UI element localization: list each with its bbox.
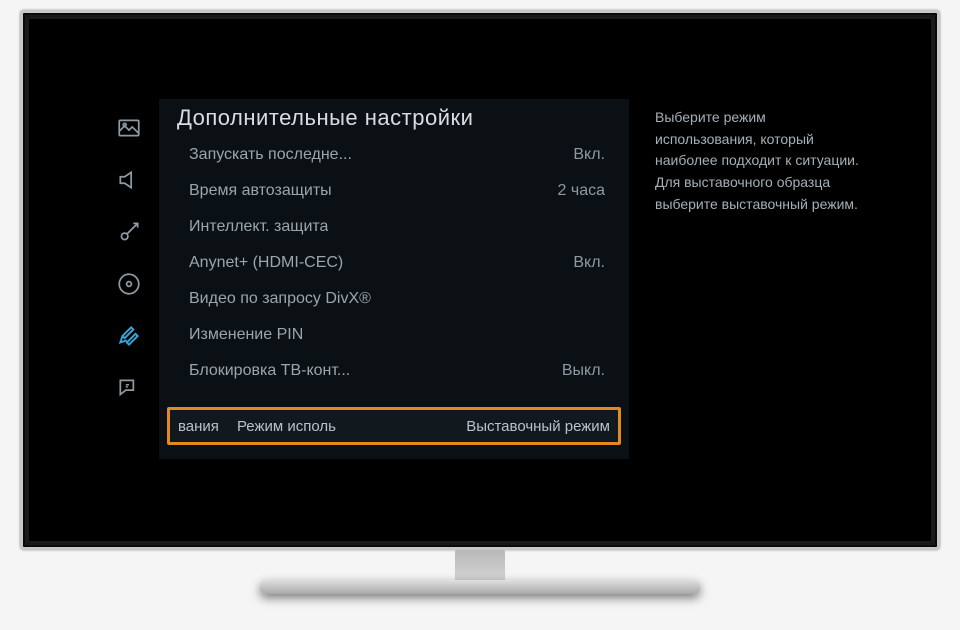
tv-stand-base bbox=[260, 580, 700, 594]
menu-row-smart-security[interactable]: Интеллект. защита bbox=[159, 209, 629, 245]
menu-row-divx[interactable]: Видео по запросу DivX® bbox=[159, 281, 629, 317]
menu-row-anynet[interactable]: Anynet+ (HDMI-CEC) Вкл. bbox=[159, 245, 629, 281]
settings-side-icons bbox=[99, 99, 159, 459]
menu-value: Вкл. bbox=[553, 254, 605, 272]
settings-description: Выберите режим использования, который на… bbox=[629, 99, 869, 459]
menu-label: Время автозащиты bbox=[189, 182, 332, 200]
menu-row-autostart[interactable]: Запускать последне... Вкл. bbox=[159, 137, 629, 173]
menu-value: 2 часа bbox=[538, 182, 605, 200]
menu-label: Запускать последне... bbox=[189, 146, 352, 164]
settings-menu-panel: Дополнительные настройки Запускать после… bbox=[159, 99, 629, 459]
support-icon[interactable] bbox=[115, 374, 143, 402]
menu-label: Интеллект. защита bbox=[189, 218, 328, 236]
menu-label: Изменение PIN bbox=[189, 326, 303, 344]
system-icon[interactable] bbox=[115, 322, 143, 350]
menu-value: Вкл. bbox=[553, 146, 605, 164]
settings-title: Дополнительные настройки bbox=[159, 103, 629, 137]
menu-label: Anynet+ (HDMI-CEC) bbox=[189, 254, 343, 272]
menu-label: Блокировка ТВ-конт... bbox=[189, 362, 350, 380]
highlight-mid: Режим исполь bbox=[237, 418, 336, 435]
menu-row-tv-lock[interactable]: Блокировка ТВ-конт... Выкл. bbox=[159, 353, 629, 389]
menu-value: Выкл. bbox=[542, 362, 605, 380]
picture-icon[interactable] bbox=[115, 114, 143, 142]
menu-row-autoprotect[interactable]: Время автозащиты 2 часа bbox=[159, 173, 629, 209]
highlight-value: Выставочный режим bbox=[466, 418, 610, 435]
sound-icon[interactable] bbox=[115, 166, 143, 194]
menu-row-change-pin[interactable]: Изменение PIN bbox=[159, 317, 629, 353]
highlight-left: вания bbox=[178, 418, 219, 435]
tv-frame: Дополнительные настройки Запускать после… bbox=[20, 10, 940, 550]
menu-row-usage-mode[interactable]: вания Режим исполь Выставочный режим bbox=[167, 407, 621, 445]
broadcast-icon[interactable] bbox=[115, 218, 143, 246]
network-icon[interactable] bbox=[115, 270, 143, 298]
menu-label: Видео по запросу DivX® bbox=[189, 290, 371, 308]
settings-overlay: Дополнительные настройки Запускать после… bbox=[99, 99, 869, 459]
tv-screen: Дополнительные настройки Запускать после… bbox=[29, 19, 931, 541]
